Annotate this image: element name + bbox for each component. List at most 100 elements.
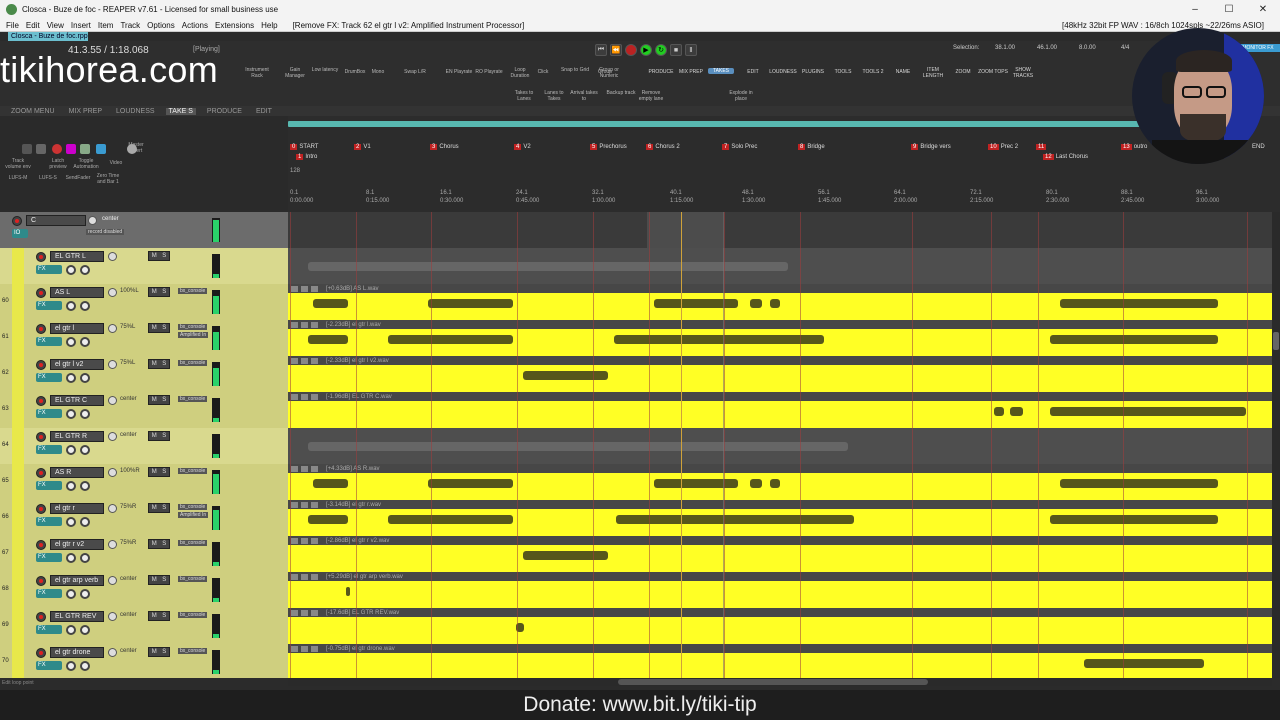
toggle-automation-button[interactable]: Toggle Automation xyxy=(72,158,100,170)
mute-button[interactable]: M xyxy=(152,505,157,511)
item-fx-icon[interactable] xyxy=(311,501,318,508)
media-item-header[interactable]: [+5.29dB] el gtr arp verb.wav xyxy=(288,572,1272,581)
track-el-gtr-l[interactable]: EL GTR L M S FX xyxy=(0,248,288,284)
item-lock-icon[interactable] xyxy=(291,285,298,292)
fx-plugin-label[interactable]: bx_console xyxy=(178,288,208,294)
item-lock-icon[interactable] xyxy=(291,357,298,364)
zoom-button[interactable]: ZOOM xyxy=(948,69,978,75)
fx-button[interactable]: FX xyxy=(36,589,62,598)
send-knob[interactable] xyxy=(80,481,90,491)
volume-knob[interactable] xyxy=(108,324,117,333)
latch-preview-button[interactable]: Latch preview xyxy=(44,158,72,170)
lane-el-gtr-r[interactable] xyxy=(288,428,1272,464)
loop-button[interactable]: ↻ xyxy=(655,44,667,56)
pan-value[interactable]: center xyxy=(120,576,137,582)
arrival-takes-button[interactable]: Arrival takes to xyxy=(569,90,599,102)
track-el-gtr-l[interactable]: 61 el gtr l 75%L M S FX bx_console Amplified In xyxy=(0,320,288,356)
media-item-header[interactable]: [-3.14dB] el gtr r.wav xyxy=(288,500,1272,509)
fx-plugin-label[interactable]: bx_console xyxy=(178,648,208,654)
mix-prep-button[interactable]: MIX PREP xyxy=(676,69,706,75)
marker-bridge[interactable]: 8 Bridge xyxy=(798,144,825,150)
media-item-header[interactable]: [-2.33dB] el gtr l v2.wav xyxy=(288,356,1272,365)
marker-bridge-vers[interactable]: 9 Bridge vers xyxy=(911,144,951,150)
track-el-gtr-r[interactable]: 64 EL GTR R center M S FX xyxy=(0,428,288,464)
solo-button[interactable]: S xyxy=(162,505,166,511)
menu-insert[interactable]: Insert xyxy=(71,21,91,30)
send-knob[interactable] xyxy=(80,301,90,311)
minimize-button[interactable]: – xyxy=(1178,0,1212,19)
fx-button[interactable]: FX xyxy=(36,265,62,274)
volume-knob[interactable] xyxy=(108,504,117,513)
swap-lr-button[interactable]: Swap L/R xyxy=(400,69,430,75)
fx-button[interactable]: FX xyxy=(36,481,62,490)
loop-icon[interactable] xyxy=(36,144,46,154)
item-fx-icon[interactable] xyxy=(311,393,318,400)
mute-button[interactable]: M xyxy=(152,325,157,331)
item-fx-icon[interactable] xyxy=(311,573,318,580)
solo-button[interactable]: S xyxy=(162,253,166,259)
loudness-tab[interactable]: LOUDNESS xyxy=(113,108,158,115)
track-name[interactable]: el gtr l xyxy=(50,323,104,334)
pan-value[interactable]: center xyxy=(120,612,137,618)
mute-solo-buttons[interactable]: MS xyxy=(148,431,170,441)
media-item-header[interactable]: [-17.6dB] EL GTR REV.wav xyxy=(288,608,1272,617)
volume-knob[interactable] xyxy=(108,252,117,261)
item-mute-icon[interactable] xyxy=(301,609,308,616)
lanes-to-takes-button[interactable]: Lanes to Takes xyxy=(539,90,569,102)
selection-start[interactable]: 38.1.00 xyxy=(995,45,1025,51)
menu-file[interactable]: File xyxy=(6,21,19,30)
mute-button[interactable]: M xyxy=(152,613,157,619)
explode-in-place-button[interactable]: Explode in place xyxy=(726,90,756,102)
lane-el-gtr-l[interactable]: [-2.23dB] el gtr l.wav xyxy=(288,320,1272,356)
marker-last-chorus[interactable]: 12 Last Chorus xyxy=(1043,154,1088,160)
horizontal-scroll-thumb[interactable] xyxy=(618,679,928,685)
track-el-gtr-arp-verb[interactable]: 68 el gtr arp verb center M S FX bx_console xyxy=(0,572,288,608)
pan-value[interactable]: 75%R xyxy=(120,504,136,510)
marker-prechorus[interactable]: 5 Prechorus xyxy=(590,144,627,150)
master-pan[interactable]: center xyxy=(102,216,119,222)
pan-value[interactable]: 100%R xyxy=(120,468,140,474)
solo-button[interactable]: S xyxy=(162,649,166,655)
group-numeric-button[interactable]: Group or Numeric xyxy=(594,67,624,79)
lane-el-gtr-l[interactable] xyxy=(288,248,1272,284)
video-icon[interactable] xyxy=(96,144,106,154)
volume-knob[interactable] xyxy=(108,576,117,585)
rec-arm-button[interactable] xyxy=(36,504,46,514)
item-mute-icon[interactable] xyxy=(301,465,308,472)
fx-plugin-label[interactable]: bx_console xyxy=(178,360,208,366)
width-knob[interactable] xyxy=(66,265,76,275)
mute-solo-buttons[interactable]: MS xyxy=(148,539,170,549)
prev-button[interactable]: ⏪ xyxy=(610,44,622,56)
lufs-s-button[interactable]: LUFS-S xyxy=(34,175,62,181)
zoom-menu-tab[interactable]: ZOOM MENU xyxy=(8,108,58,115)
mute-solo-buttons[interactable]: MS xyxy=(148,323,170,333)
item-lock-icon[interactable] xyxy=(291,573,298,580)
mute-solo-buttons[interactable]: MS xyxy=(148,395,170,405)
send-knob[interactable] xyxy=(80,589,90,599)
plugins-button[interactable]: PLUGINS xyxy=(798,69,828,75)
rec-arm-button[interactable] xyxy=(36,324,46,334)
mute-solo-buttons[interactable]: MS xyxy=(148,503,170,513)
edit-button[interactable]: EDIT xyxy=(738,69,768,75)
fx-button[interactable]: FX xyxy=(36,517,62,526)
menu-extensions[interactable]: Extensions xyxy=(215,21,254,30)
track-name[interactable]: el gtr r v2 xyxy=(50,539,104,550)
rec-arm-button[interactable] xyxy=(36,396,46,406)
tools2-button[interactable]: TOOLS 2 xyxy=(858,69,888,75)
automation-icon[interactable] xyxy=(66,144,76,154)
takes-tab[interactable]: TAKE S xyxy=(165,107,196,115)
mute-solo-buttons[interactable]: MS xyxy=(148,647,170,657)
volume-knob[interactable] xyxy=(108,540,117,549)
vertical-scroll-thumb[interactable] xyxy=(1273,332,1279,350)
marker-chorus[interactable]: 3 Chorus xyxy=(430,144,459,150)
width-knob[interactable] xyxy=(66,481,76,491)
menu-help[interactable]: Help xyxy=(261,21,277,30)
fx-button[interactable]: FX xyxy=(36,301,62,310)
track-name[interactable]: AS L xyxy=(50,287,104,298)
solo-button[interactable]: S xyxy=(162,433,166,439)
media-item-header[interactable]: [+4.33dB] AS R.wav xyxy=(288,464,1272,473)
send-knob[interactable] xyxy=(80,337,90,347)
item-fx-icon[interactable] xyxy=(311,645,318,652)
solo-button[interactable]: S xyxy=(162,541,166,547)
media-item-header[interactable]: [-2.86dB] el gtr r v2.wav xyxy=(288,536,1272,545)
